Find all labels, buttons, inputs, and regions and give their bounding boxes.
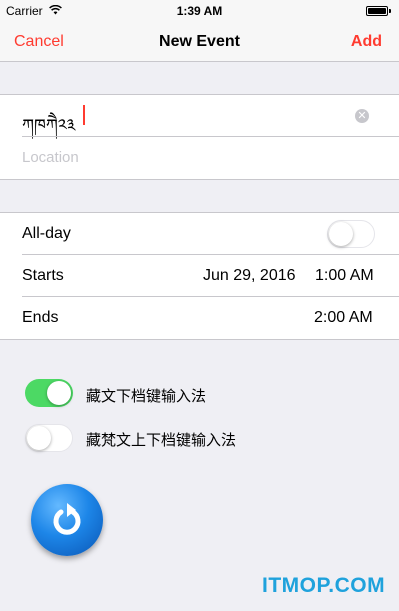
navigation-bar: Cancel New Event Add (0, 22, 399, 62)
refresh-icon (53, 503, 81, 535)
ends-label: Ends (22, 309, 59, 326)
all-day-label: All-day (22, 225, 71, 242)
location-row: Location (0, 137, 399, 179)
location-input[interactable]: Location (22, 149, 79, 166)
ends-row[interactable]: Ends 2:00 AM (0, 297, 399, 339)
all-day-toggle[interactable] (327, 220, 375, 248)
all-day-row: All-day (0, 213, 399, 255)
battery-icon (366, 6, 391, 16)
ime-label-sanskrit: 藏梵文上下档键输入法 (86, 432, 237, 449)
status-bar: Carrier 1:39 AM (0, 0, 399, 22)
ime-toggle-sanskrit[interactable] (25, 424, 73, 452)
starts-row[interactable]: Starts Jun 29, 2016 1:00 AM (0, 255, 399, 297)
refresh-button[interactable] (31, 484, 103, 556)
ime-label-tibetan: 藏文下档键输入法 (86, 388, 207, 405)
starts-label: Starts (22, 267, 64, 284)
starts-date[interactable]: Jun 29, 2016 (203, 267, 296, 285)
text-caret (83, 105, 85, 125)
schedule-group: All-day Starts Jun 29, 2016 1:00 AM Ends… (0, 212, 399, 340)
ends-time[interactable]: 2:00 AM (314, 309, 373, 327)
starts-time[interactable]: 1:00 AM (315, 267, 374, 285)
ime-toggle-tibetan[interactable] (25, 379, 73, 407)
title-row: ཀཁཀཻ༢༣ ✕ (0, 95, 399, 137)
add-button[interactable]: Add (351, 33, 382, 51)
watermark: ITMOP.COM (262, 574, 386, 597)
status-time: 1:39 AM (176, 4, 223, 18)
clear-icon[interactable]: ✕ (355, 109, 369, 123)
title-location-group: ཀཁཀཻ༢༣ ✕ Location (0, 94, 399, 180)
page-title: New Event (159, 33, 240, 50)
